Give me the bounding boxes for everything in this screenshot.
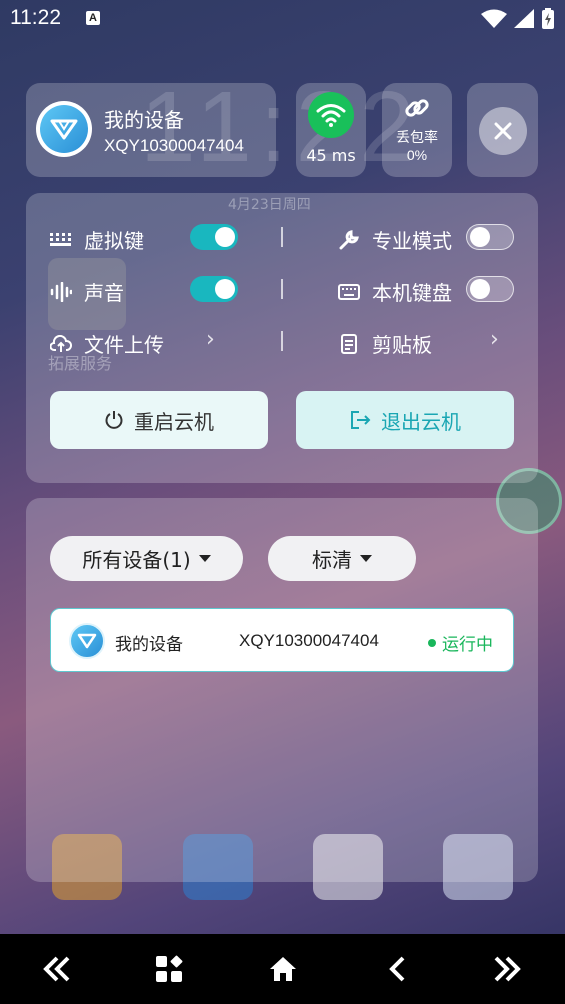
wifi-signal-icon — [481, 9, 507, 28]
status-bar: 11:22 A — [0, 0, 565, 36]
double-chevron-right-icon[interactable] — [490, 952, 524, 986]
sound-toggle[interactable] — [190, 276, 238, 302]
restart-label: 重启云机 — [134, 409, 214, 434]
apps-grid-icon[interactable] — [152, 952, 186, 986]
device-logo-icon — [69, 623, 105, 659]
restart-button[interactable]: 重启云机 — [50, 391, 268, 449]
virtual-keys-toggle[interactable] — [190, 224, 238, 250]
caret-down-icon — [360, 555, 372, 562]
list-device-name: 我的设备 — [115, 635, 183, 655]
wrench-icon — [338, 229, 360, 251]
device-logo-icon — [36, 101, 92, 157]
status-time: 11:22 — [10, 6, 61, 29]
keyboard-icon — [338, 281, 360, 303]
device-info-card: 我的设备 XQY10300047404 — [26, 83, 276, 177]
sound-option: 声音 — [50, 277, 124, 306]
pro-mode-option: 专业模式 — [338, 225, 452, 254]
logout-icon — [349, 410, 371, 430]
latency-card: 45 ms — [296, 83, 366, 177]
packet-loss-value: 0% — [406, 147, 428, 163]
local-keyboard-toggle[interactable] — [466, 276, 514, 302]
status-badge: 运行中 — [428, 630, 493, 655]
latency-value: 45 ms — [306, 146, 356, 165]
file-upload-option[interactable]: 文件上传 — [50, 329, 164, 358]
caret-down-icon — [198, 555, 211, 562]
back-icon[interactable] — [380, 952, 414, 986]
file-upload-label: 文件上传 — [84, 333, 164, 357]
local-keyboard-label: 本机键盘 — [372, 281, 452, 305]
device-list-card: 所有设备(1) 标清 我的设备 XQY10300047404 运行中 — [26, 498, 538, 882]
exit-button[interactable]: 退出云机 — [296, 391, 514, 449]
clipboard-icon — [338, 333, 360, 355]
battery-charging-icon — [542, 8, 554, 29]
list-device-id: XQY10300047404 — [239, 631, 379, 650]
bottom-nav-bar — [0, 934, 565, 1004]
packet-loss-card: 丢包率 0% — [382, 83, 452, 177]
clipboard-option[interactable]: 剪贴板 — [338, 329, 432, 358]
quality-label: 标清 — [312, 548, 352, 572]
virtual-keys-option: 虚拟键 — [50, 225, 144, 254]
link-icon — [405, 99, 429, 117]
local-keyboard-option: 本机键盘 — [338, 277, 452, 306]
notification-icon: A — [86, 11, 100, 25]
status-text: 运行中 — [442, 635, 493, 655]
power-icon — [104, 410, 124, 430]
device-id: XQY10300047404 — [104, 136, 244, 155]
controls-card: 虚拟键 专业模式 声音 本机键盘 文件上传 › 剪贴板 › 重启云机 退出云机 — [26, 193, 538, 483]
controls-row-3: 文件上传 › 剪贴板 › — [26, 321, 538, 361]
virtual-keys-label: 虚拟键 — [84, 229, 144, 253]
clipboard-label: 剪贴板 — [372, 333, 432, 357]
chevron-right-icon: › — [206, 327, 215, 352]
divider — [281, 227, 283, 247]
divider — [281, 279, 283, 299]
wifi-icon — [308, 92, 354, 138]
status-dot-icon — [428, 638, 436, 647]
list-item[interactable]: 我的设备 XQY10300047404 运行中 — [50, 608, 514, 672]
device-filter-dropdown[interactable]: 所有设备(1) — [50, 536, 243, 581]
packet-loss-label: 丢包率 — [396, 130, 438, 146]
device-filter-label: 所有设备(1) — [82, 548, 191, 572]
cell-signal-icon — [514, 9, 534, 28]
close-panel-card — [467, 83, 538, 177]
close-icon — [494, 122, 512, 140]
status-icons — [481, 8, 555, 30]
keypad-icon — [50, 229, 72, 251]
close-button[interactable] — [479, 107, 527, 155]
cloud-upload-icon — [50, 333, 72, 355]
sound-wave-icon — [50, 281, 72, 303]
controls-row-2: 声音 本机键盘 — [26, 269, 538, 309]
pro-mode-toggle[interactable] — [466, 224, 514, 250]
exit-label: 退出云机 — [381, 409, 461, 434]
double-chevron-left-icon[interactable] — [40, 952, 74, 986]
pro-mode-label: 专业模式 — [372, 229, 452, 253]
divider — [281, 331, 283, 351]
chevron-right-icon: › — [490, 327, 499, 352]
controls-row-1: 虚拟键 专业模式 — [26, 217, 538, 257]
home-icon[interactable] — [266, 952, 300, 986]
quality-dropdown[interactable]: 标清 — [268, 536, 416, 581]
sound-label: 声音 — [84, 281, 124, 305]
device-name: 我的设备 — [104, 108, 184, 132]
